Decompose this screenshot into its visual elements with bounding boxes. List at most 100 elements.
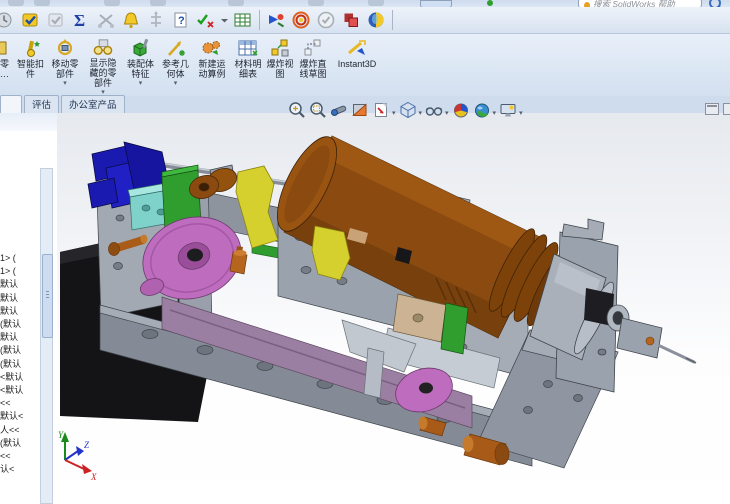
document-restore-icon[interactable] (705, 103, 719, 115)
dropdown-caret[interactable]: ▾ (392, 109, 396, 117)
dropdown-caret[interactable]: ▾ (63, 80, 67, 87)
toolbar-partial-icon[interactable] (104, 0, 120, 6)
assembly-features-icon (133, 38, 148, 57)
reference-geometry-icon (167, 41, 185, 56)
new-motion-study-icon (202, 41, 220, 55)
document-window-partial-icon[interactable] (723, 103, 730, 115)
interference-bell-icon[interactable] (120, 9, 142, 31)
equations-sigma-icon[interactable]: Σ (70, 9, 92, 31)
dropdown-caret[interactable]: ▾ (419, 109, 423, 117)
x-axis-label: X (90, 472, 97, 482)
3d-model-canvas[interactable]: Y Z X (57, 113, 730, 504)
design-table-icon[interactable] (232, 9, 254, 31)
tree-item-fragment[interactable]: 默认 (0, 278, 39, 291)
dropdown-caret[interactable]: ▾ (174, 80, 178, 87)
main-area: 1> ( 1> ( 默认 默认 默认 (默认 默认 (默认 (默认 <默认 <默… (0, 113, 730, 504)
headsup-view-toolbar: ▾ ▾ ▾ ▾ ▾ (287, 99, 524, 121)
toolbar-partial-icon[interactable] (34, 0, 50, 6)
tree-item-fragment[interactable]: 默认 (0, 331, 39, 344)
section-view-icon[interactable] (350, 100, 370, 120)
statistics-doc-icon[interactable]: ? (170, 9, 192, 31)
hide-show-items-icon[interactable] (424, 100, 444, 120)
explode-line-sketch-button[interactable]: 爆炸直 线草图 (295, 34, 331, 96)
titlebar-sliver: 搜索 SolidWorks 帮助 (0, 0, 730, 12)
command-manager: 零 … 智能扣 件 移动零 部件 ▾ 显示隐 藏的零 部件 ▾ 装配体 特征 ▾ (0, 34, 730, 96)
display-style-icon[interactable] (398, 100, 418, 120)
feature-manager-panel: 1> ( 1> ( 默认 默认 默认 (默认 默认 (默认 (默认 <默认 <默… (0, 113, 58, 504)
svg-text:Σ: Σ (74, 11, 85, 30)
dropdown-caret[interactable]: ▾ (445, 109, 449, 117)
dropdown-caret-icon[interactable] (220, 9, 229, 31)
svg-text:?: ? (178, 15, 185, 27)
show-hidden-components-icon (93, 39, 113, 55)
edit-appearance-icon[interactable] (451, 100, 471, 120)
tree-item-fragment[interactable]: 1> ( (0, 252, 39, 265)
toolbar-partial-icon[interactable] (150, 0, 166, 6)
toolbar-partial-icon[interactable] (228, 0, 244, 6)
tree-item-fragment[interactable]: 人<< (0, 424, 39, 437)
assembly-features-button[interactable]: 装配体 特征 ▾ (123, 34, 158, 96)
instant3d-button[interactable]: Instant3D (331, 34, 383, 96)
verify-check-x-icon[interactable] (195, 9, 217, 31)
zoom-fit-icon[interactable] (287, 100, 307, 120)
tree-item-fragment[interactable]: 默认 (0, 305, 39, 318)
tree-item-fragment[interactable]: 默认 (0, 292, 39, 305)
show-hidden-components-button[interactable]: 显示隐 藏的零 部件 ▾ (83, 34, 123, 96)
apply-scene-icon[interactable] (472, 100, 492, 120)
tree-scrollbar-thumb[interactable] (42, 254, 53, 338)
compare-squares-icon[interactable] (340, 9, 362, 31)
view-settings-icon[interactable] (498, 100, 518, 120)
bill-of-materials-icon (238, 40, 258, 56)
view-orientation-icon[interactable] (371, 100, 391, 120)
bill-of-materials-button[interactable]: 材料明 细表 (231, 34, 265, 96)
toolbar-separator (392, 10, 393, 30)
toolbar-partial-icon[interactable] (368, 0, 384, 6)
exploded-view-button[interactable]: 爆炸视 图 (265, 34, 295, 96)
tab-evaluate[interactable]: 评估 (24, 95, 60, 113)
tree-item-fragment[interactable]: (默认 (0, 358, 39, 371)
status-green-dot (487, 0, 493, 6)
solidworks-window: 搜索 SolidWorks 帮助 Σ ? 零 … 智能扣 件 移动零 部件 ▾ … (0, 0, 730, 504)
align-arrows-icon[interactable] (145, 9, 167, 31)
green-block-right[interactable] (440, 302, 469, 355)
smart-fasteners-button[interactable]: 智能扣 件 (14, 34, 47, 96)
design-check-cube-icon[interactable] (20, 9, 42, 31)
tree-item-fragment[interactable]: (默认 (0, 437, 39, 450)
tree-scrollbar[interactable] (40, 168, 53, 504)
tree-item-fragment[interactable]: <默认 (0, 371, 39, 384)
check-inactive-icon[interactable] (45, 9, 67, 31)
tree-item-fragment[interactable]: <默认 (0, 384, 39, 397)
tree-item-fragment[interactable]: << (0, 450, 39, 463)
tab-partial-active[interactable] (0, 95, 22, 113)
tree-item-fragment[interactable]: 1> ( (0, 265, 39, 278)
dropdown-caret[interactable]: ▾ (493, 109, 497, 117)
new-motion-study-button[interactable]: 新建运 动算例 (193, 34, 231, 96)
graphics-viewport[interactable]: Y Z X (57, 113, 730, 504)
insert-component-button-partial[interactable]: 零 … (0, 34, 14, 96)
dropdown-caret[interactable]: ▾ (139, 80, 143, 87)
explode-line-sketch-icon (304, 39, 321, 56)
presenter-icon[interactable] (265, 9, 287, 31)
move-component-button[interactable]: 移动零 部件 ▾ (47, 34, 83, 96)
zoom-area-icon[interactable] (308, 100, 328, 120)
circle-check-icon[interactable] (315, 9, 337, 31)
tree-item-fragment[interactable]: 默认< (0, 410, 39, 423)
dropdown-caret[interactable]: ▾ (519, 109, 523, 117)
tree-item-fragment[interactable]: (默认 (0, 318, 39, 331)
z-axis-label: Z (84, 440, 90, 450)
feature-tree: 1> ( 1> ( 默认 默认 默认 (默认 默认 (默认 (默认 <默认 <默… (0, 252, 39, 476)
previous-view-icon[interactable] (329, 100, 349, 120)
render-sphere-icon[interactable] (365, 9, 387, 31)
measure-disabled-icon[interactable] (95, 9, 117, 31)
toolbar-partial-icon[interactable] (8, 0, 24, 6)
target-rings-icon[interactable] (290, 9, 312, 31)
feature-manager-header (0, 113, 57, 131)
toolbar-partial-icon[interactable] (308, 0, 324, 6)
history-clock-icon[interactable] (0, 9, 17, 31)
tree-item-fragment[interactable]: (默认 (0, 344, 39, 357)
orientation-triad: Y Z X (58, 430, 97, 482)
tree-item-fragment[interactable]: << (0, 397, 39, 410)
reference-geometry-button[interactable]: 参考几 何体 ▾ (158, 34, 193, 96)
tab-office-products[interactable]: 办公室产品 (61, 95, 125, 113)
tree-item-fragment[interactable]: 认< (0, 463, 39, 476)
